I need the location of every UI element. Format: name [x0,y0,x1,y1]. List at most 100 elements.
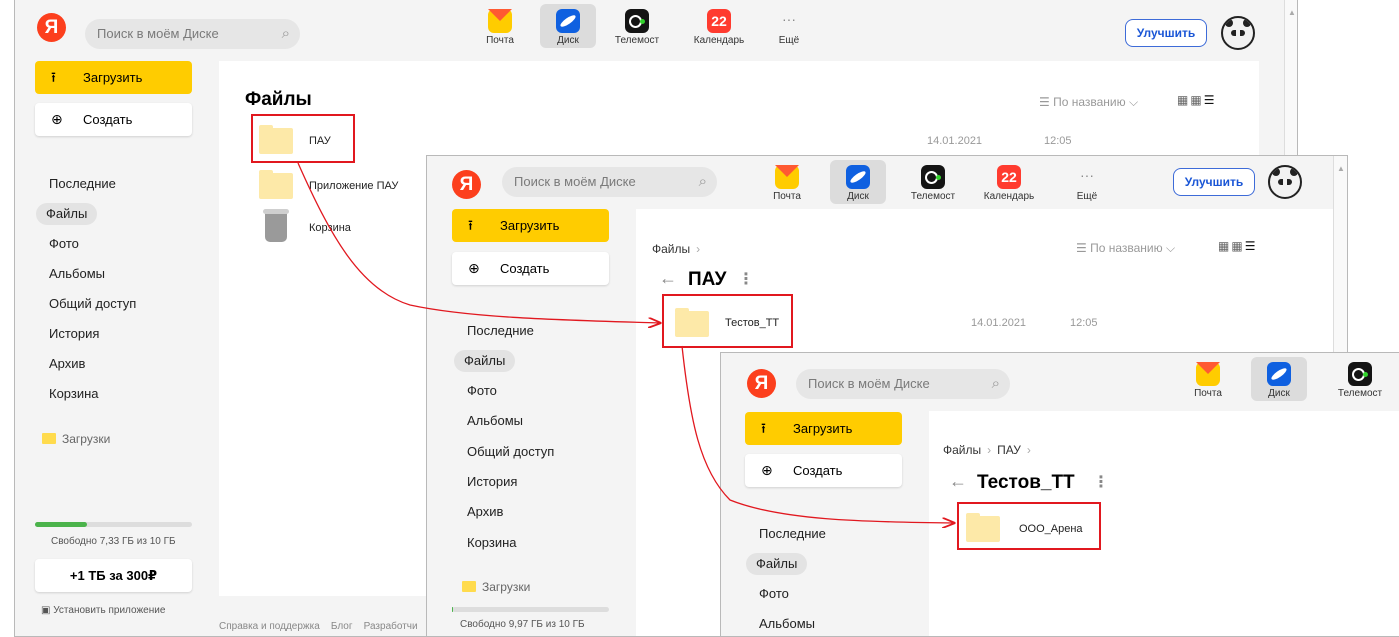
nav-files[interactable]: Файлы [36,203,98,225]
upload-icon: ⭱ [761,420,766,436]
item-name: Приложение ПАУ [309,180,399,192]
telemost-icon [625,9,649,33]
folder-icon [462,581,476,592]
service-disk[interactable]: Диск [830,160,886,204]
list-icon[interactable]: ☰ [1204,93,1217,107]
yandex-logo[interactable]: Я [37,13,66,42]
search-icon[interactable]: ⌕ [992,369,1000,399]
service-more[interactable]: ··· Ещё [761,4,817,48]
blog-link[interactable]: Блог [331,621,353,632]
nav-files[interactable]: Файлы [746,553,808,575]
nav-archive[interactable]: Архив [49,353,85,375]
search-input[interactable]: Поиск в моём Диске ⌕ [796,369,1010,399]
service-mail[interactable]: Почта [759,160,815,204]
nav-recent[interactable]: Последние [467,320,534,342]
trash-icon [263,209,289,242]
grid-icon[interactable]: ▦ [1190,93,1203,107]
upload-button[interactable]: ⭱ Загрузить [452,209,609,242]
nav-recent[interactable]: Последние [759,523,826,545]
plus-circle-icon: ⊕ [761,462,773,478]
storage-text: Свободно 9,97 ГБ из 10 ГБ [460,619,585,630]
dev-link[interactable]: Разработчи [364,621,418,632]
create-button[interactable]: ⊕ Создать [452,252,609,285]
disk-icon [846,165,870,189]
service-calendar[interactable]: 22 Календарь [691,4,747,48]
back-arrow-icon[interactable]: ← [949,471,967,492]
mail-icon [1196,362,1220,386]
item-time: 12:05 [1070,317,1098,329]
upload-button[interactable]: ⭱ Загрузить [35,61,192,94]
mail-icon [488,9,512,33]
tiles-icon[interactable]: ▦ [1218,239,1231,253]
service-telemost[interactable]: Телемост [609,4,665,48]
yandex-logo[interactable]: Я [747,369,776,398]
nav-albums[interactable]: Альбомы [467,410,523,432]
list-icon[interactable]: ☰ [1245,239,1258,253]
nav-trash[interactable]: Корзина [467,532,517,554]
support-link[interactable]: Справка и поддержка [219,621,320,632]
install-app-link[interactable]: ▣ Установить приложение [41,605,165,616]
service-mail[interactable]: Почта [472,4,528,48]
nav-history[interactable]: История [467,471,517,493]
folder-icon [259,170,293,199]
service-calendar[interactable]: 22 Календарь [981,160,1037,204]
item-time: 12:05 [1044,135,1072,147]
page-title: Файлы [245,89,312,110]
avatar[interactable] [1221,16,1255,50]
nav-history[interactable]: История [49,323,99,345]
upload-button[interactable]: ⭱ Загрузить [745,412,902,445]
nav-albums[interactable]: Альбомы [759,613,815,635]
nav-photo[interactable]: Фото [49,233,79,255]
search-input[interactable]: Поиск в моём Диске ⌕ [502,167,717,197]
view-switcher[interactable]: ▦▦☰ [1218,239,1257,253]
search-input[interactable]: Поиск в моём Диске ⌕ [85,19,300,49]
nav-files[interactable]: Файлы [454,350,516,372]
buy-space-button[interactable]: +1 ТБ за 300₽ [35,559,192,592]
service-disk[interactable]: Диск [1251,357,1307,401]
highlight-box [957,502,1101,550]
create-button[interactable]: ⊕ Создать [745,454,902,487]
folder-icon [42,433,56,444]
nav-shared[interactable]: Общий доступ [467,441,554,463]
nav-recent[interactable]: Последние [49,173,116,195]
nav-archive[interactable]: Архив [467,501,503,523]
service-more[interactable]: ··· Ещё [1059,160,1115,204]
more-vertical-icon[interactable]: ⋮ [1093,472,1109,492]
more-icon: ··· [782,11,796,27]
storage-text: Свободно 7,33 ГБ из 10 ГБ [51,536,176,547]
upgrade-button[interactable]: Улучшить [1125,19,1207,47]
view-switcher[interactable]: ▦▦☰ [1177,93,1216,107]
more-vertical-icon[interactable]: ⋮ [738,269,754,289]
service-mail[interactable]: Почта [1180,357,1236,401]
service-disk[interactable]: Диск [540,4,596,48]
yandex-logo[interactable]: Я [452,170,481,199]
crumb-files[interactable]: Файлы [943,443,981,457]
nav-downloads[interactable]: Загрузки [462,580,530,594]
service-telemost[interactable]: Телемост [1332,357,1388,401]
tiles-icon[interactable]: ▦ [1177,93,1190,107]
nav-downloads[interactable]: Загрузки [42,432,110,446]
avatar[interactable] [1268,165,1302,199]
nav-trash[interactable]: Корзина [49,383,99,405]
nav-shared[interactable]: Общий доступ [49,293,136,315]
back-arrow-icon[interactable]: ← [659,268,677,289]
plus-circle-icon: ⊕ [51,111,63,127]
nav-photo[interactable]: Фото [759,583,789,605]
upgrade-button[interactable]: Улучшить [1173,168,1255,196]
search-icon[interactable]: ⌕ [282,19,290,49]
sort-dropdown[interactable]: ☰ По названию ⌵ [1076,241,1175,256]
crumb-files[interactable]: Файлы [652,242,690,256]
crumb-pau[interactable]: ПАУ [997,443,1021,457]
item-name: Корзина [309,222,351,234]
breadcrumb: Файлы › [652,242,701,256]
service-telemost[interactable]: Телемост [905,160,961,204]
create-button[interactable]: ⊕ Создать [35,103,192,136]
search-icon[interactable]: ⌕ [699,167,707,197]
sort-dropdown[interactable]: ☰ По названию ⌵ [1039,95,1138,110]
nav-albums[interactable]: Альбомы [49,263,105,285]
nav-photo[interactable]: Фото [467,380,497,402]
search-placeholder: Поиск в моём Диске [808,376,930,391]
footer-links: Справка и поддержка Блог Разработчи [219,621,418,632]
grid-icon[interactable]: ▦ [1231,239,1244,253]
item-date: 14.01.2021 [971,317,1027,329]
